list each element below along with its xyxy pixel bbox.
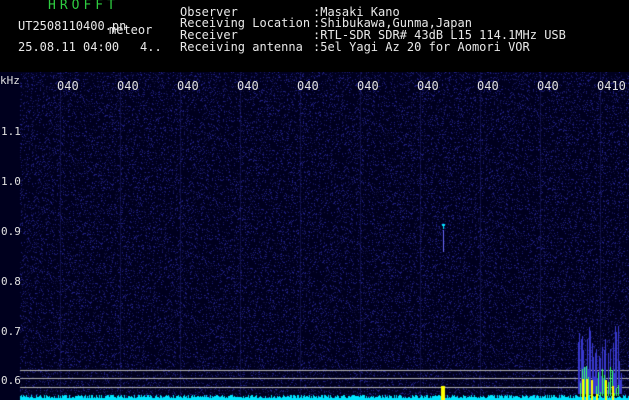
app-brand: HROFFT <box>48 0 119 13</box>
time-label: 0410 <box>597 79 626 93</box>
y-tick-label: 0.7 <box>1 325 21 338</box>
time-label: 040 <box>417 79 439 93</box>
time-label: 040 <box>117 79 139 93</box>
time-label: 040 <box>177 79 199 93</box>
time-label: 040 <box>297 79 319 93</box>
info-key-antenna: Receiving antenna <box>180 40 303 54</box>
time-label: 040 <box>57 79 79 93</box>
y-axis-unit: kHz <box>0 74 20 87</box>
y-tick-label: 1.0 <box>1 175 21 188</box>
timestamp: 25.08.11 04:00 <box>18 40 120 54</box>
y-tick-label: 0.9 <box>1 225 21 238</box>
y-tick-label: 0.8 <box>1 275 21 288</box>
info-value-antenna: :5el Yagi Az 20 for Aomori VOR <box>313 40 530 54</box>
time-label: 040 <box>237 79 259 93</box>
meteor-count: 4.. <box>140 40 162 54</box>
meteor-label: meteor <box>109 23 153 37</box>
time-label: 040 <box>357 79 379 93</box>
time-label: 040 <box>537 79 559 93</box>
y-tick-label: 1.1 <box>1 125 21 138</box>
spectrogram-canvas <box>0 72 629 400</box>
y-tick-label: 0.6 <box>1 374 21 387</box>
time-label: 040 <box>477 79 499 93</box>
